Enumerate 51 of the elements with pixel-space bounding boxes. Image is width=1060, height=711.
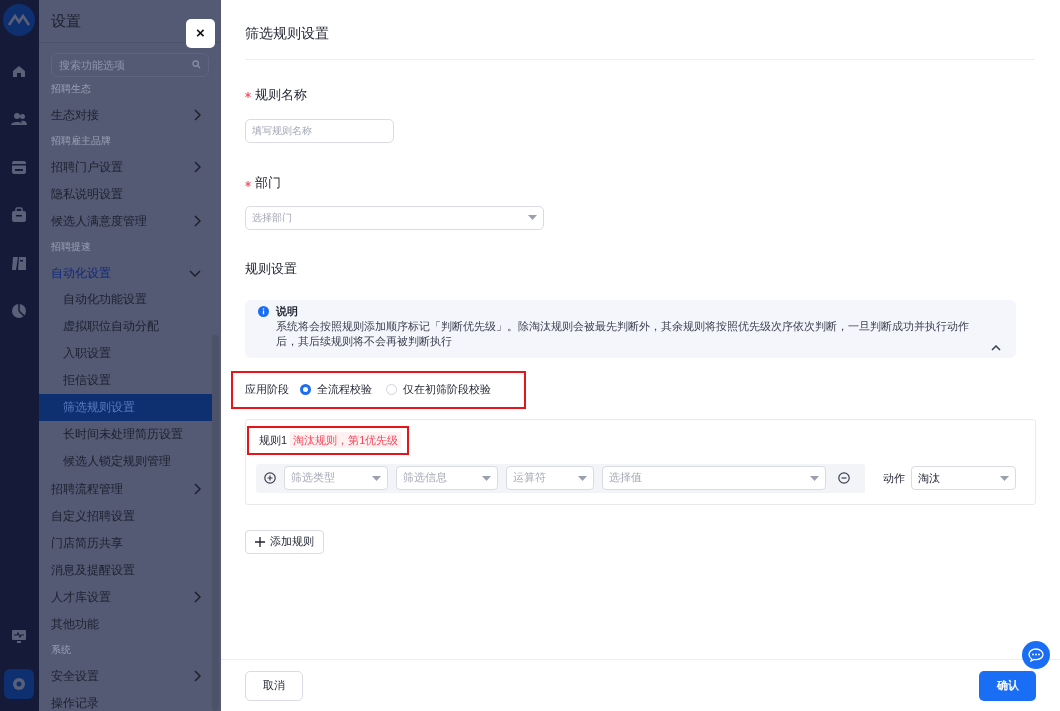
- rule-tag: 淘汰规则，第1优先级: [290, 431, 402, 449]
- select-field[interactable]: 选择值: [602, 466, 826, 490]
- settings-icon[interactable]: [4, 669, 35, 699]
- menu-title: 设置: [50, 10, 81, 31]
- add-rule-button[interactable]: 添加规则: [245, 529, 324, 554]
- caret-down-icon: [482, 475, 491, 481]
- caret-down-icon: [1000, 475, 1009, 481]
- rule-name: 规则1: [259, 432, 288, 448]
- plus-icon: [255, 536, 265, 547]
- confirm-button[interactable]: 确认: [979, 670, 1036, 701]
- caret-down-icon: [810, 475, 819, 481]
- select-field[interactable]: 筛选类型: [284, 466, 388, 490]
- scrollbar[interactable]: [212, 335, 219, 711]
- info-icon: [258, 305, 269, 317]
- radio-option[interactable]: 仅在初筛阶段校验: [386, 381, 491, 398]
- menu-group-label: 招聘生态: [50, 82, 91, 96]
- menu-item[interactable]: 生态对接: [38, 101, 221, 128]
- field-label: 规则名称: [255, 86, 307, 104]
- menu-group-label: 系统: [50, 643, 71, 657]
- action-label: 动作: [883, 470, 905, 486]
- notice-text: 系统将会按照规则添加顺序标记「判断优先级」。除淘汰规则会被最先判断外，其余规则将按照优先级次序依次判断，一旦判断成功并执行动作后，其后续规则将不会再被判断执行: [275, 319, 970, 350]
- drawer-title: 筛选规则设置: [245, 24, 329, 43]
- submenu-item[interactable]: 候选人锁定规则管理: [38, 448, 213, 475]
- chat-icon[interactable]: [1022, 641, 1050, 669]
- notice-title: 说明: [276, 303, 298, 319]
- caret-down-icon: [372, 475, 381, 481]
- submenu-item[interactable]: 筛选规则设置: [38, 394, 213, 421]
- select-field[interactable]: 选择部门: [245, 205, 544, 230]
- select-field[interactable]: 运算符: [506, 466, 594, 490]
- menu-item[interactable]: 其他功能: [38, 610, 221, 637]
- chevron-up-icon[interactable]: [991, 344, 1001, 351]
- caret-down-icon: [578, 475, 587, 481]
- select-field[interactable]: 筛选信息: [396, 466, 498, 490]
- menu-group-label: 招聘提速: [50, 240, 91, 254]
- menu-item[interactable]: 候选人满意度管理: [38, 207, 221, 234]
- cancel-button[interactable]: 取消: [245, 670, 303, 701]
- caret-down-icon: [528, 215, 537, 220]
- remove-circle-icon[interactable]: [838, 472, 850, 484]
- logo-icon: [3, 4, 36, 36]
- close-button[interactable]: ×: [186, 19, 215, 48]
- menu-item[interactable]: 门店简历共享: [38, 529, 221, 556]
- search-icon: [192, 60, 201, 69]
- menu-item[interactable]: 招聘流程管理: [38, 475, 221, 502]
- radio-option[interactable]: 全流程校验: [300, 381, 372, 398]
- field-label: 部门: [255, 175, 281, 193]
- input-field[interactable]: 填写规则名称: [245, 118, 394, 143]
- select-field[interactable]: 淘汰: [911, 466, 1016, 490]
- section-title: 规则设置: [245, 261, 297, 279]
- add-circle-icon[interactable]: [264, 472, 276, 484]
- stage-label: 应用阶段: [245, 382, 289, 398]
- menu-item[interactable]: 操作记录: [38, 689, 221, 711]
